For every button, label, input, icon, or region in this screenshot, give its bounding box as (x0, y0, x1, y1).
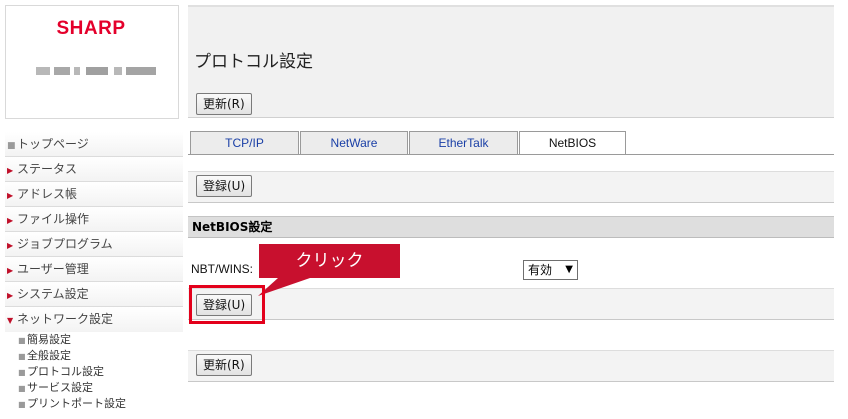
callout-pointer (258, 278, 310, 296)
click-callout: クリック (259, 244, 400, 278)
highlight-box (189, 285, 265, 324)
